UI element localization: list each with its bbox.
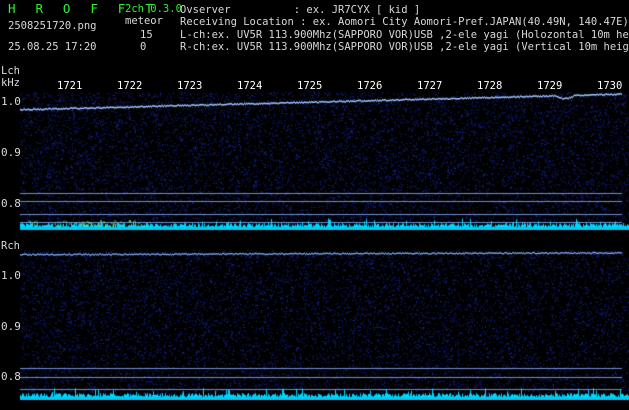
time-tick: 1730 (597, 80, 623, 92)
time-tick: 1723 (177, 80, 203, 92)
time-tick: 1729 (537, 80, 563, 92)
lch-info-line: L-ch:ex. UV5R 113.900Mhz(SAPPORO VOR)USB… (180, 29, 629, 41)
lch-ytick-1.0: 1.0 (1, 95, 21, 108)
time-tick: 1726 (357, 80, 383, 92)
rch-ytick-1.0: 1.0 (1, 269, 21, 282)
meteor-count-rch: 0 (140, 41, 147, 53)
time-tick: 1722 (117, 80, 143, 92)
date-time: 25.08.25 17:20 (8, 41, 97, 53)
lch-label: Lch (1, 65, 20, 77)
observer-line: Ovserver : ex. JR7CYX [ kid ] (180, 4, 421, 16)
location-line: Receiving Location : ex. Aomori City Aom… (180, 16, 629, 28)
lch-ytick-0.8: 0.8 (1, 197, 21, 210)
meteor-count-lch: 15 (140, 29, 153, 41)
time-tick: 1727 (417, 80, 443, 92)
time-tick: 1724 (237, 80, 263, 92)
rch-label: Rch (1, 240, 20, 252)
spectrogram-canvas (0, 0, 629, 410)
time-tick: 1721 (57, 80, 83, 92)
mode-label: 2ch 0.3.0 (125, 3, 182, 15)
rch-info-line: R-ch:ex. UV5R 113.900Mhz(SAPPORO VOR)USB… (180, 41, 629, 53)
khz-unit-label: kHz (1, 77, 20, 89)
hroft-window: H R O F F T 2ch 0.3.0 2508251720.png met… (0, 0, 629, 410)
meteor-label: meteor (125, 15, 163, 27)
rch-ytick-0.8: 0.8 (1, 370, 21, 383)
time-tick: 1728 (477, 80, 503, 92)
file-name: 2508251720.png (8, 20, 97, 32)
lch-ytick-0.9: 0.9 (1, 146, 21, 159)
time-tick: 1725 (297, 80, 323, 92)
rch-ytick-0.9: 0.9 (1, 320, 21, 333)
